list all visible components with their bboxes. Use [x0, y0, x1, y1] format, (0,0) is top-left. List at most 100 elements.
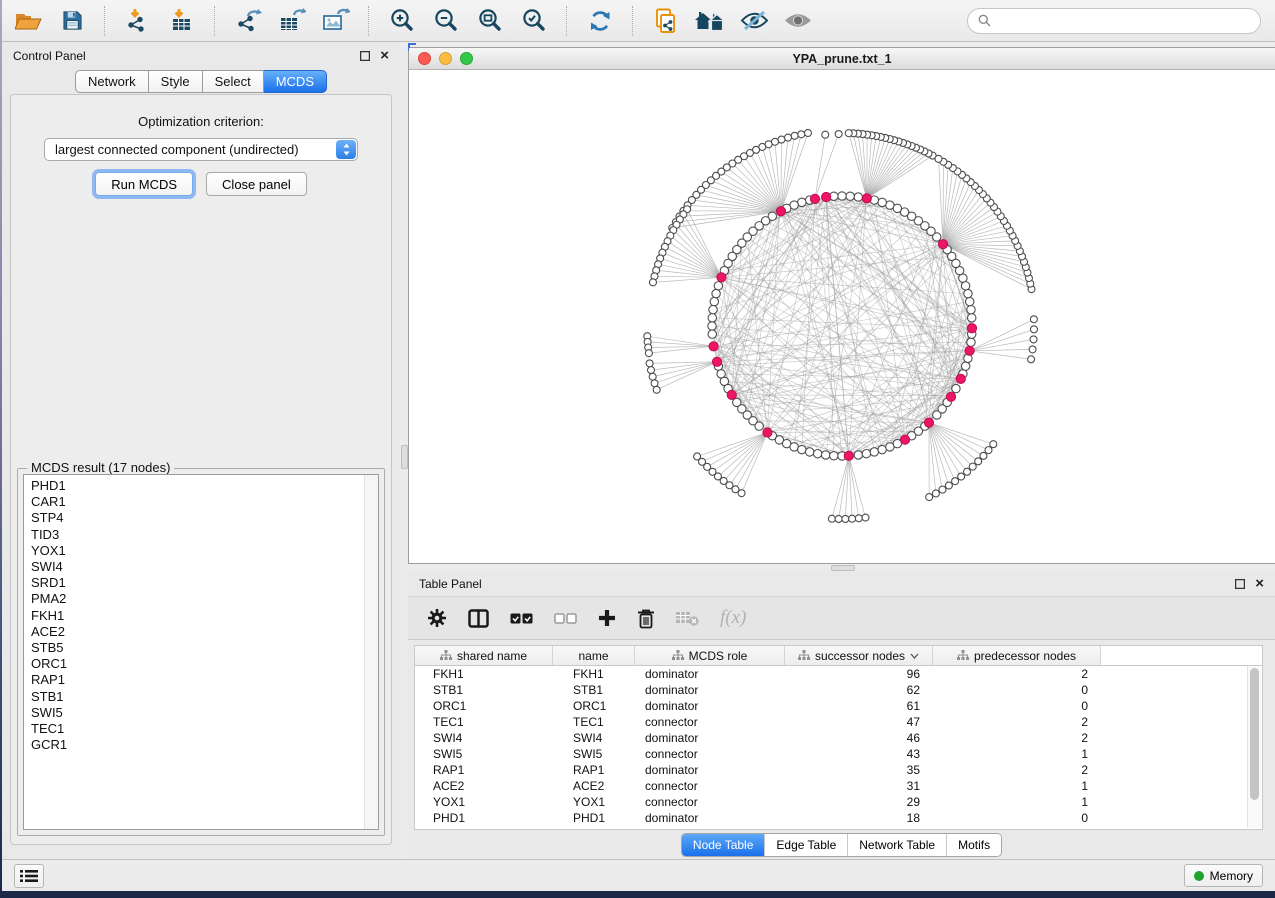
satellite-node[interactable] [945, 482, 952, 489]
satellite-node[interactable] [855, 515, 862, 522]
mcds-hub-node[interactable] [822, 192, 831, 201]
mcds-hub-node[interactable] [965, 346, 974, 355]
network-node[interactable] [870, 448, 878, 456]
table-cell[interactable]: 46 [785, 731, 933, 745]
table-cell[interactable]: 1 [933, 747, 1101, 761]
mcds-result-item[interactable]: SWI4 [31, 559, 358, 575]
table-row[interactable]: STB1STB1dominator620 [415, 682, 1262, 698]
mcds-hub-node[interactable] [727, 390, 736, 399]
table-cell[interactable]: 96 [785, 667, 933, 681]
scrollbar-thumb[interactable] [1250, 668, 1259, 800]
satellite-node[interactable] [1029, 346, 1036, 353]
satellite-node[interactable] [845, 130, 852, 137]
delete-column-button[interactable] [637, 608, 655, 629]
satellite-node[interactable] [646, 360, 653, 367]
splitter-grip[interactable] [831, 565, 855, 571]
network-node[interactable] [862, 449, 870, 457]
table-cell[interactable]: 35 [785, 763, 933, 777]
satellite-node[interactable] [649, 279, 656, 286]
network-node[interactable] [712, 289, 720, 297]
table-cell[interactable]: 47 [785, 715, 933, 729]
table-cell[interactable]: dominator [635, 683, 785, 697]
network-node[interactable] [710, 297, 718, 305]
mcds-result-item[interactable]: FKH1 [31, 608, 358, 624]
satellite-node[interactable] [828, 515, 835, 522]
table-cell[interactable]: dominator [635, 811, 785, 825]
tab-node-table[interactable]: Node Table [682, 834, 765, 856]
zoom-fit-button[interactable] [474, 5, 506, 37]
satellite-node[interactable] [964, 468, 971, 475]
mcds-result-item[interactable]: STP4 [31, 510, 358, 526]
table-cell[interactable]: RAP1 [553, 763, 635, 777]
show-visibility-button[interactable] [782, 5, 814, 37]
table-cell[interactable]: ORC1 [415, 699, 553, 713]
table-cell[interactable]: SWI4 [553, 731, 635, 745]
tab-mcds[interactable]: MCDS [264, 70, 327, 93]
network-node[interactable] [967, 306, 975, 314]
mcds-hub-node[interactable] [924, 418, 933, 427]
mcds-hub-node[interactable] [776, 207, 785, 216]
table-cell[interactable]: 29 [785, 795, 933, 809]
export-network-button[interactable] [232, 5, 264, 37]
mcds-result-item[interactable]: STB1 [31, 689, 358, 705]
memory-button[interactable]: Memory [1184, 864, 1263, 887]
satellite-node[interactable] [935, 155, 942, 162]
mcds-hub-node[interactable] [717, 273, 726, 282]
table-cell[interactable]: 62 [785, 683, 933, 697]
network-node[interactable] [708, 322, 716, 330]
network-node[interactable] [708, 314, 716, 322]
zoom-out-button[interactable] [430, 5, 462, 37]
table-cell[interactable]: SWI5 [553, 747, 635, 761]
table-row[interactable]: SWI4SWI4dominator462 [415, 730, 1262, 746]
minimize-window-button[interactable] [439, 52, 452, 65]
table-cell[interactable]: ORC1 [553, 699, 635, 713]
network-node[interactable] [854, 451, 862, 459]
table-cell[interactable]: TEC1 [415, 715, 553, 729]
mcds-hub-node[interactable] [712, 357, 721, 366]
network-node[interactable] [830, 452, 838, 460]
network-node[interactable] [952, 384, 960, 392]
close-panel-icon[interactable]: × [380, 51, 389, 61]
satellite-node[interactable] [958, 473, 965, 480]
mcds-hub-node[interactable] [810, 194, 819, 203]
mcds-result-item[interactable]: GCR1 [31, 737, 358, 753]
mcds-hub-node[interactable] [956, 374, 965, 383]
network-node[interactable] [838, 192, 846, 200]
mcds-result-item[interactable]: RAP1 [31, 672, 358, 688]
table-cell[interactable]: STB1 [415, 683, 553, 697]
table-row[interactable]: ACE2ACE2connector311 [415, 778, 1262, 794]
vertical-splitter[interactable] [400, 42, 408, 859]
mcds-result-listbox[interactable]: PHD1CAR1STP4TID3YOX1SWI4SRD1PMA2FKH1ACE2… [23, 474, 379, 830]
satellite-node[interactable] [835, 131, 842, 138]
satellite-node[interactable] [804, 129, 811, 136]
function-builder-button[interactable]: f(x) [720, 607, 746, 629]
table-cell[interactable]: 18 [785, 811, 933, 825]
table-row[interactable]: TEC1TEC1connector472 [415, 714, 1262, 730]
table-row[interactable]: RAP1RAP1dominator352 [415, 762, 1262, 778]
table-cell[interactable]: SWI5 [415, 747, 553, 761]
table-cell[interactable]: 0 [933, 683, 1101, 697]
table-cell[interactable]: RAP1 [415, 763, 553, 777]
table-cell[interactable]: 43 [785, 747, 933, 761]
table-cell[interactable]: 61 [785, 699, 933, 713]
network-canvas[interactable] [409, 70, 1275, 563]
satellite-node[interactable] [835, 515, 842, 522]
column-header-shared-name[interactable]: shared name [415, 646, 553, 665]
close-panel-icon[interactable]: × [1255, 579, 1264, 589]
import-network-button[interactable] [122, 5, 154, 37]
network-node[interactable] [968, 314, 976, 322]
mcds-result-item[interactable]: CAR1 [31, 494, 358, 510]
column-header-predecessor-nodes[interactable]: predecessor nodes [933, 646, 1101, 665]
table-cell[interactable]: connector [635, 779, 785, 793]
satellite-node[interactable] [862, 514, 869, 521]
network-node[interactable] [822, 451, 830, 459]
float-panel-icon[interactable] [360, 51, 370, 61]
table-cell[interactable]: STB1 [553, 683, 635, 697]
deselect-all-button[interactable] [554, 612, 577, 625]
mcds-hub-node[interactable] [946, 392, 955, 401]
mcds-hub-node[interactable] [938, 240, 947, 249]
run-mcds-button[interactable]: Run MCDS [95, 172, 193, 196]
satellite-node[interactable] [738, 490, 745, 497]
copy-network-button[interactable] [650, 5, 682, 37]
refresh-view-button[interactable] [584, 5, 616, 37]
